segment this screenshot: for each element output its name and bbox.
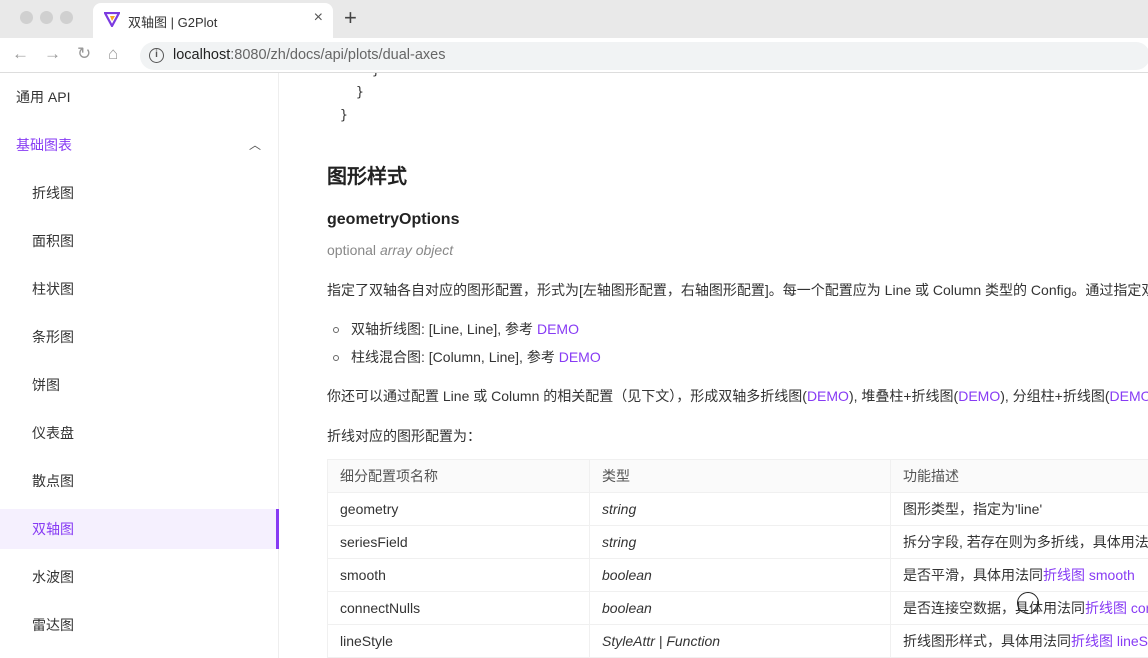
bullet-icon [333,327,339,333]
sidebar-item-radar[interactable]: 雷达图 [0,605,279,645]
reload-icon[interactable]: ↻ [77,44,91,64]
window-close-button[interactable] [20,11,33,24]
cell-name: smooth [328,559,590,592]
optional-label: optional [327,242,376,258]
cell-name: geometry [328,493,590,526]
sidebar-item-dual-axes[interactable]: 双轴图 [0,509,279,549]
cell-desc: 折线图形样式，具体用法同折线图 lineStyle [891,625,1148,658]
home-icon[interactable]: ⌂ [108,44,118,64]
demo-link[interactable]: DEMO [537,321,579,337]
desc-text: 是否平滑，具体用法同 [903,567,1043,583]
sidebar-item-bar[interactable]: 条形图 [0,317,279,357]
doc-link[interactable]: 折线图 lineStyle [1071,633,1148,649]
sidebar-item-line[interactable]: 折线图 [0,173,279,213]
desc-text: 折线图形样式，具体用法同 [903,633,1071,649]
cell-type: StyleAttr | Function [590,625,891,658]
cell-desc: 图形类型，指定为'line' [891,493,1148,526]
code-brace: } [372,73,380,78]
option-name: geometryOptions [327,211,459,229]
url-path: :8080/zh/docs/api/plots/dual-axes [230,47,445,63]
sidebar-item-area[interactable]: 面积图 [0,221,279,261]
demo-link[interactable]: DEMO [559,349,601,365]
table-row: lineStyleStyleAttr | Function折线图形样式，具体用法… [328,625,1148,658]
config-table: 细分配置项名称 类型 功能描述 geometrystring 图形类型，指定为'l… [327,459,1148,658]
back-icon[interactable]: ← [12,44,29,64]
chevron-up-icon: ︿ [249,125,261,165]
text: 你还可以通过配置 Line 或 Column 的相关配置（见下文），形成双轴多折… [327,388,807,404]
option-meta: optional array object [327,242,453,258]
line-config-label: 折线对应的图形配置为： [327,426,481,446]
table-row: smoothboolean是否平滑，具体用法同折线图 smooth [328,559,1148,592]
desc-text: 图形类型，指定为'line' [903,501,1042,517]
tab-bar: 双轴图 | G2Plot × + [0,0,1148,38]
bullet-text: 双轴折线图: [Line, Line], 参考 [351,321,537,337]
sidebar-group-basic-charts[interactable]: 基础图表 ︿ [0,125,279,165]
table-header: 类型 [590,460,891,493]
table-header: 细分配置项名称 [328,460,590,493]
table-row: seriesFieldstring 拆分字段, 若存在则为多折线，具体用法 [328,526,1148,559]
new-tab-button[interactable]: + [344,5,357,31]
bullet-text: 柱线混合图: [Column, Line], 参考 [351,349,559,365]
info-icon[interactable]: i [149,48,164,63]
cell-type: string [590,493,891,526]
code-brace: } [356,85,364,100]
doc-content: } } } 图形样式 geometryOptions optional arra… [327,73,1148,658]
sidebar-item-gauge[interactable]: 仪表盘 [0,413,279,453]
sidebar-item-pie[interactable]: 饼图 [0,365,279,405]
doc-link[interactable]: 折线图 smooth [1043,567,1135,583]
desc-text: 是否连接空数据，具体用法同 [903,600,1085,616]
desc-text: 拆分字段, 若存在则为多折线，具体用法 [903,534,1148,550]
demo-link[interactable]: DEMO [1110,388,1148,404]
code-brace: } [340,108,348,123]
text: ), 分组柱+折线图( [1000,388,1109,404]
window-minimize-button[interactable] [40,11,53,24]
text: ), 堆叠柱+折线图( [849,388,958,404]
table-header-row: 细分配置项名称 类型 功能描述 [328,460,1148,493]
cell-name: seriesField [328,526,590,559]
cell-type: string [590,526,891,559]
cell-type: boolean [590,559,891,592]
bullet-item: 双轴折线图: [Line, Line], 参考 DEMO [333,319,579,339]
section-heading: 图形样式 [327,160,407,189]
sidebar-group-label: 基础图表 [16,137,72,153]
tab-title: 双轴图 | G2Plot [128,12,217,31]
sidebar: 通用 API 基础图表︿ 折线图 面积图 柱状图 条形图 饼图 仪表盘 散点图 … [0,73,279,658]
doc-link[interactable]: 折线图 connectNulls [1085,600,1148,616]
sidebar-item-scatter[interactable]: 散点图 [0,461,279,501]
g2plot-logo-icon [104,12,120,27]
sidebar-item-liquid[interactable]: 水波图 [0,557,279,597]
bullet-item: 柱线混合图: [Column, Line], 参考 DEMO [333,347,601,367]
demo-link[interactable]: DEMO [958,388,1000,404]
option-type: array object [380,242,453,258]
sidebar-item-column[interactable]: 柱状图 [0,269,279,309]
window-maximize-button[interactable] [60,11,73,24]
option-description: 指定了双轴各自对应的图形配置，形式为[左轴图形配置，右轴图形配置]。每一个配置应… [327,280,1148,300]
address-bar[interactable]: i localhost:8080/zh/docs/api/plots/dual-… [140,42,1148,70]
cell-type: boolean [590,592,891,625]
url-host: localhost [173,47,230,63]
browser-tab[interactable]: 双轴图 | G2Plot × [93,3,333,38]
mouse-cursor-icon [1017,592,1039,614]
tab-close-icon[interactable]: × [314,9,323,27]
more-paragraph: 你还可以通过配置 Line 或 Column 的相关配置（见下文），形成双轴多折… [327,386,1148,406]
table-row: geometrystring 图形类型，指定为'line' [328,493,1148,526]
bullet-icon [333,355,339,361]
cell-name: lineStyle [328,625,590,658]
demo-link[interactable]: DEMO [807,388,849,404]
cell-desc: 是否平滑，具体用法同折线图 smooth [891,559,1148,592]
table-header: 功能描述 [891,460,1148,493]
cell-name: connectNulls [328,592,590,625]
nav-bar: ← → ↻ ⌂ i localhost:8080/zh/docs/api/plo… [0,38,1148,73]
forward-icon[interactable]: → [44,44,61,64]
cell-desc: 拆分字段, 若存在则为多折线，具体用法 [891,526,1148,559]
sidebar-item-general-api[interactable]: 通用 API [0,77,279,117]
